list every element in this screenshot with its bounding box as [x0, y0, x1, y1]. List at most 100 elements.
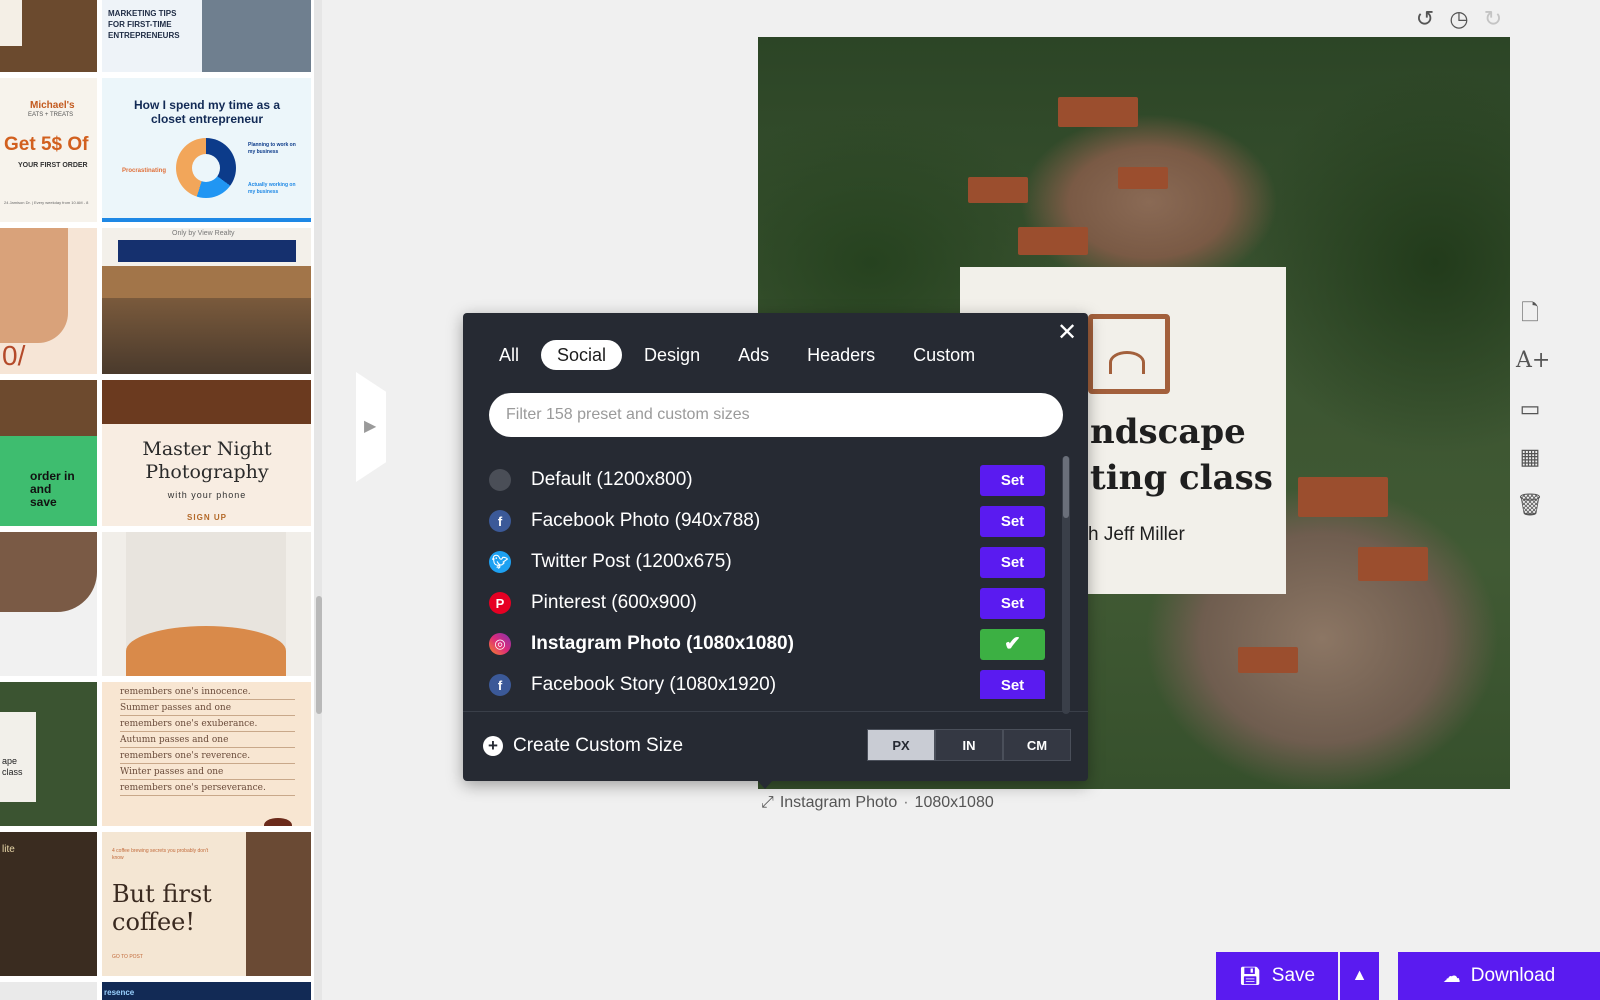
template-thumb-landscape-class[interactable]: ape class: [0, 682, 97, 826]
roof-shape: [968, 177, 1028, 203]
download-button[interactable]: ☁ Download: [1398, 952, 1600, 1000]
poem-line: Summer passes and one: [120, 700, 295, 716]
template-thumb-poem[interactable]: remembers one's innocence. Summer passes…: [102, 682, 311, 826]
realty-caption: Only by View Realty: [172, 230, 235, 237]
template-thumb-closet-entrepreneur[interactable]: How I spend my time as a closet entrepre…: [102, 78, 311, 222]
unit-cm[interactable]: CM: [1003, 729, 1071, 761]
template-thumb-night-photography[interactable]: Master Night Photography with your phone…: [102, 380, 311, 526]
roof-shape: [1238, 647, 1298, 673]
preset-label: Twitter Post (1200x675): [531, 551, 732, 572]
set-button[interactable]: Set: [980, 505, 1045, 537]
template-thumb-view-realty[interactable]: Only by View Realty: [102, 228, 311, 374]
size-filter-input[interactable]: [489, 393, 1063, 437]
poem-line: remembers one's innocence.: [120, 684, 295, 700]
template-thumb-coffee[interactable]: 4 coffee brewing secrets you probably do…: [102, 832, 311, 976]
coffee-small: 4 coffee brewing secrets you probably do…: [112, 848, 209, 861]
template-thumb-partial[interactable]: [0, 982, 97, 1000]
closet-legend-c: Actually working on my business: [248, 182, 296, 195]
donut-chart: [176, 138, 236, 198]
popup-footer: + Create Custom Size PX IN CM: [463, 711, 1088, 781]
save-options-button[interactable]: ▲: [1340, 952, 1379, 1000]
frame-icon[interactable]: ▭: [1516, 396, 1544, 422]
facebook-icon: f: [489, 510, 511, 532]
tab-custom[interactable]: Custom: [897, 340, 991, 370]
set-button[interactable]: Set: [980, 669, 1045, 699]
cloud-download-icon: ☁: [1442, 965, 1461, 986]
page-icon[interactable]: 🗋: [1516, 300, 1544, 326]
add-text-icon[interactable]: A+: [1516, 348, 1550, 374]
default-dot-icon: [489, 469, 511, 491]
poem-line: Winter passes and one: [120, 764, 295, 780]
order-text: order in and save: [30, 469, 75, 509]
preset-row-default[interactable]: Default (1200x800) Set: [489, 463, 1045, 497]
roof-shape: [1358, 547, 1428, 581]
preset-label: Instagram Photo (1080x1080): [531, 633, 794, 654]
get5-headline: Get 5$ Of: [4, 134, 89, 155]
resize-icon: ⤢: [761, 794, 774, 811]
twitter-icon: 🐦︎: [489, 551, 511, 573]
size-category-tabs: All Social Design Ads Headers Custom: [483, 339, 991, 371]
redo-icon[interactable]: ↻: [1480, 6, 1506, 32]
instagram-icon: ◎: [489, 633, 511, 655]
undo-icon[interactable]: ↺: [1412, 6, 1438, 32]
gallery-scrollbar-thumb[interactable]: [316, 596, 322, 714]
preset-row-facebook-story[interactable]: f Facebook Story (1080x1920) Set: [489, 668, 1045, 699]
preset-row-twitter-post[interactable]: 🐦︎ Twitter Post (1200x675) Set: [489, 545, 1045, 579]
unit-in[interactable]: IN: [935, 729, 1003, 761]
picture-frame-icon: [1088, 314, 1170, 394]
template-gallery: Michael's EATS + TREATS Get 5$ Of YOUR F…: [0, 0, 322, 1000]
preset-label: Facebook Photo (940x788): [531, 510, 761, 531]
template-thumb-hands[interactable]: [0, 532, 97, 676]
template-thumb-michaels[interactable]: Michael's EATS + TREATS Get 5$ Of YOUR F…: [0, 78, 97, 222]
night-title: Master Night Photography: [142, 438, 272, 483]
tab-ads[interactable]: Ads: [722, 340, 785, 370]
lite-partial: lite: [2, 844, 15, 855]
poem-line: remembers one's perseverance.: [120, 780, 295, 796]
set-button[interactable]: Set: [980, 587, 1045, 619]
template-thumb-order[interactable]: order in and save: [0, 380, 97, 526]
template-thumb-workspace[interactable]: [102, 532, 311, 676]
presence-partial: resence: [104, 988, 135, 997]
closet-legend-a: Planning to work on my business: [248, 142, 296, 155]
set-button[interactable]: Set: [980, 546, 1045, 578]
floppy-disk-icon: 💾︎: [1238, 965, 1262, 986]
tab-headers[interactable]: Headers: [791, 340, 891, 370]
create-custom-size-button[interactable]: + Create Custom Size: [483, 734, 683, 758]
tab-social[interactable]: Social: [541, 340, 623, 370]
preset-list-scrollbar[interactable]: [1062, 456, 1070, 714]
preset-list-scroll-thumb[interactable]: [1063, 456, 1069, 518]
gallery-scrollbar-track[interactable]: [314, 0, 322, 1000]
get5-foot: 24 Jamison Dr. | Every weekday from 10 A…: [4, 200, 89, 205]
tab-design[interactable]: Design: [628, 340, 716, 370]
coffee-cta: GO TO POST: [112, 954, 143, 960]
caption-preset-size: 1080x1080: [914, 794, 994, 811]
night-cta: SIGN UP: [187, 513, 227, 522]
closet-title: How I spend my time as a closet entrepre…: [133, 98, 281, 126]
preset-row-instagram-photo[interactable]: ◎ Instagram Photo (1080x1080) ✔: [489, 627, 1045, 661]
set-button[interactable]: Set: [980, 464, 1045, 496]
card-title-line-1[interactable]: ndscape: [1090, 412, 1246, 452]
preset-row-pinterest[interactable]: P Pinterest (600x900) Set: [489, 586, 1045, 620]
landscape-partial: ape class: [2, 756, 23, 777]
selected-check-button[interactable]: ✔: [980, 628, 1045, 660]
template-thumb-percent[interactable]: 0/: [0, 228, 97, 374]
preset-row-facebook-photo[interactable]: f Facebook Photo (940x788) Set: [489, 504, 1045, 538]
roof-shape: [1018, 227, 1088, 255]
unit-px[interactable]: PX: [867, 729, 935, 761]
history-clock-icon[interactable]: ◷: [1446, 6, 1472, 32]
trash-icon[interactable]: 🗑: [1516, 492, 1544, 518]
coffee-title: But first coffee!: [112, 880, 212, 936]
card-author[interactable]: h Jeff Miller: [1088, 524, 1185, 546]
create-custom-label: Create Custom Size: [513, 735, 684, 756]
template-thumb-marketing-tips[interactable]: MARKETING TIPS FOR FIRST-TIME ENTREPRENE…: [102, 0, 311, 72]
template-thumb-cafe[interactable]: lite: [0, 832, 97, 976]
close-icon[interactable]: ✕: [1055, 321, 1079, 345]
grid-icon[interactable]: ▦: [1516, 444, 1544, 470]
artboard-size-caption[interactable]: ⤢ Instagram Photo · 1080x1080: [761, 794, 994, 812]
tab-all[interactable]: All: [483, 340, 535, 370]
template-thumb-presence[interactable]: resence: [102, 982, 311, 1000]
michaels-brand: Michael's: [30, 100, 75, 111]
save-button[interactable]: 💾︎ Save: [1216, 952, 1338, 1000]
template-thumb-restaurant[interactable]: [0, 0, 97, 72]
card-title-line-2[interactable]: ting class: [1090, 458, 1273, 498]
